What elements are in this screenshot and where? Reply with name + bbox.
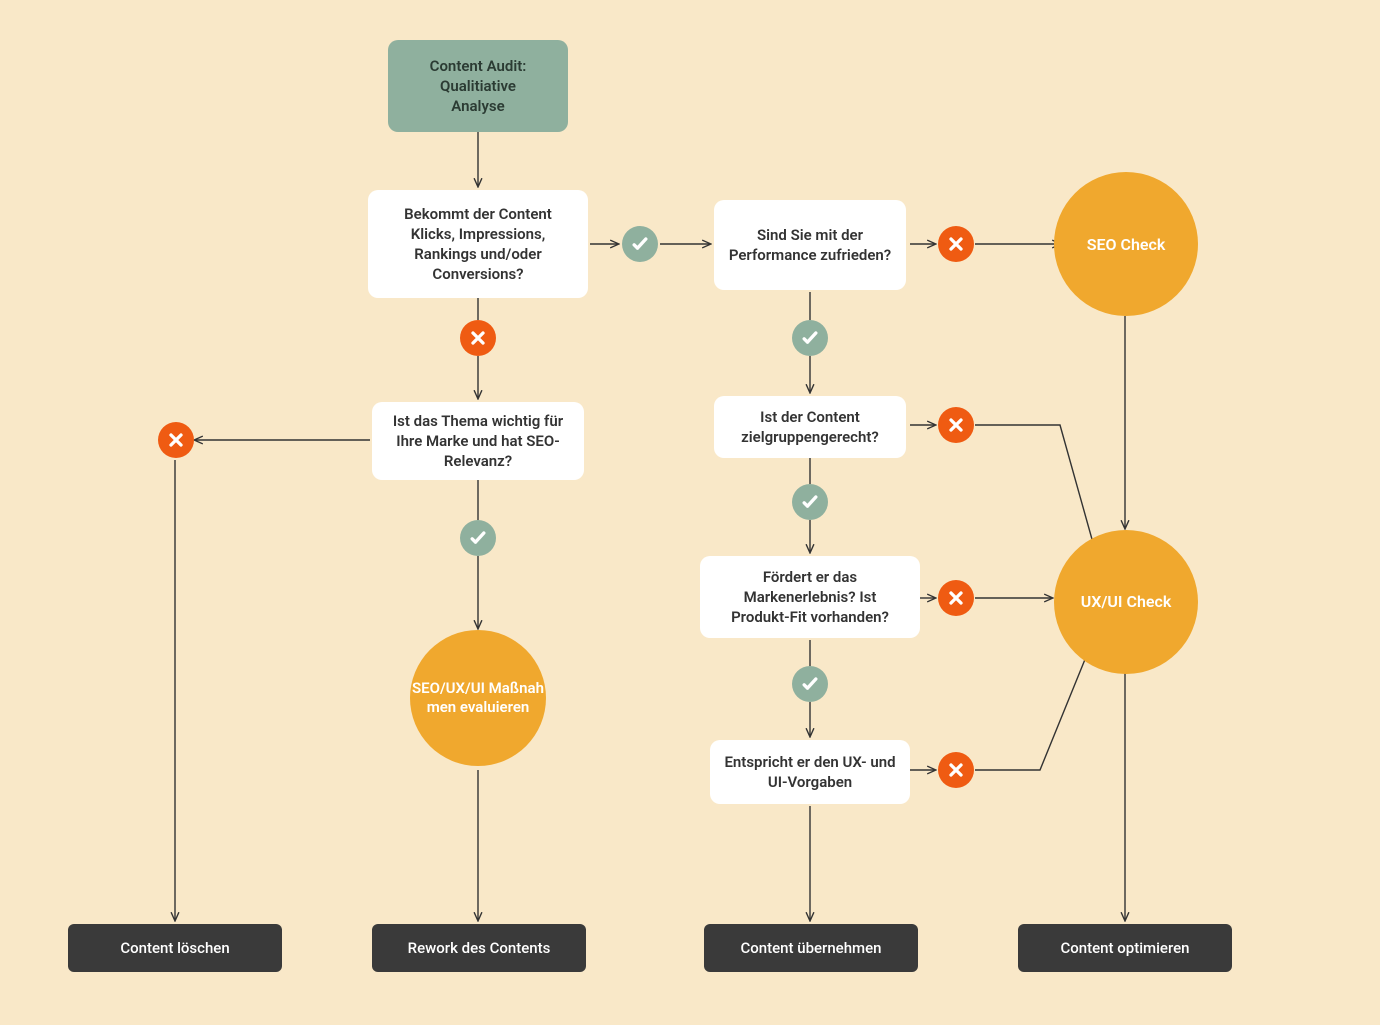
- node-q1-label: Bekommt der Content Klicks, Impressions,…: [382, 204, 574, 285]
- node-q4-label: Ist der Content zielgruppengerecht?: [728, 407, 892, 448]
- node-t2-label: Rework des Contents: [408, 938, 551, 958]
- node-q4: Ist der Content zielgruppengerecht?: [714, 396, 906, 458]
- cross-icon: [938, 407, 974, 443]
- flow-arrows: [0, 0, 1380, 1025]
- node-c3-label: UX/UI Check: [1081, 592, 1172, 613]
- node-t4: Content optimieren: [1018, 924, 1232, 972]
- node-q2-label: Ist das Thema wichtig für Ihre Marke und…: [386, 411, 570, 472]
- node-c1-label: SEO/UX/UI Maßnah men evaluieren: [412, 679, 544, 717]
- check-icon: [622, 226, 658, 262]
- node-q1: Bekommt der Content Klicks, Impressions,…: [368, 190, 588, 298]
- check-icon: [792, 666, 828, 702]
- node-q6: Entspricht er den UX- und UI-Vorgaben: [710, 740, 910, 804]
- cross-icon: [938, 752, 974, 788]
- cross-icon: [938, 226, 974, 262]
- node-q2: Ist das Thema wichtig für Ihre Marke und…: [372, 402, 584, 480]
- node-c2-label: SEO Check: [1087, 235, 1166, 254]
- node-t1-label: Content löschen: [120, 938, 229, 958]
- node-t3: Content übernehmen: [704, 924, 918, 972]
- check-icon: [792, 320, 828, 356]
- node-q3-label: Sind Sie mit der Performance zufrieden?: [728, 225, 892, 266]
- check-icon: [460, 520, 496, 556]
- node-c1: SEO/UX/UI Maßnah men evaluieren: [410, 630, 546, 766]
- node-start-label: Content Audit: Qualitiative Analyse: [430, 56, 527, 117]
- node-t3-label: Content übernehmen: [740, 938, 881, 958]
- node-c3: UX/UI Check: [1054, 530, 1198, 674]
- node-q6-label: Entspricht er den UX- und UI-Vorgaben: [724, 752, 896, 793]
- node-c2: SEO Check: [1054, 172, 1198, 316]
- node-q5-label: Fördert er das Markenerlebnis? Ist Produ…: [714, 567, 906, 628]
- node-start: Content Audit: Qualitiative Analyse: [388, 40, 568, 132]
- cross-icon: [938, 580, 974, 616]
- cross-icon: [460, 320, 496, 356]
- cross-icon: [158, 422, 194, 458]
- check-icon: [792, 484, 828, 520]
- node-t2: Rework des Contents: [372, 924, 586, 972]
- node-t1: Content löschen: [68, 924, 282, 972]
- node-q5: Fördert er das Markenerlebnis? Ist Produ…: [700, 556, 920, 638]
- node-t4-label: Content optimieren: [1061, 938, 1190, 958]
- node-q3: Sind Sie mit der Performance zufrieden?: [714, 200, 906, 290]
